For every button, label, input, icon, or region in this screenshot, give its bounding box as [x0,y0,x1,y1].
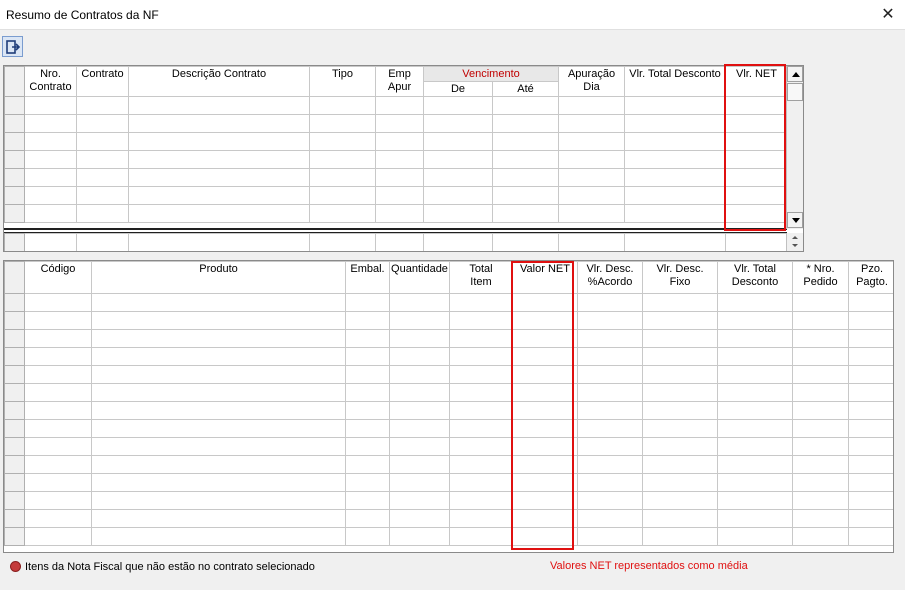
window-title: Resumo de Contratos da NF [6,8,159,22]
header-label: Emp Apur [387,68,412,93]
table-row[interactable] [4,437,893,456]
scroll-up-button[interactable] [787,66,803,82]
col-apuracao-dia[interactable]: Apuração Dia [558,66,626,97]
table-row[interactable] [4,455,893,474]
header-label: Até [517,83,534,95]
table-row[interactable] [4,329,893,348]
contracts-grid[interactable]: Nro. Contrato Contrato Descrição Contrat… [3,65,804,252]
col-vencimento-de[interactable]: De [423,81,493,97]
totals-spin-scrollbar[interactable] [786,233,803,251]
table-row[interactable] [4,293,893,312]
header-label: Vencimento [462,68,520,80]
header-label: Vlr. Desc. %Acordo [586,263,634,288]
header-label: Vlr. Total Desconto [629,68,721,80]
scroll-thumb[interactable] [787,83,803,101]
table-row[interactable] [4,96,789,115]
legend-text: Itens da Nota Fiscal que não estão no co… [25,561,315,573]
header-label: De [450,83,466,95]
table-row[interactable] [4,491,893,510]
table-row[interactable] [4,419,893,438]
exit-icon [6,40,21,54]
table-row[interactable] [4,186,789,205]
arrow-up-icon [792,72,800,77]
col-vlr-desc-fixo[interactable]: Vlr. Desc. Fixo [642,261,718,294]
table-row[interactable] [4,365,893,384]
header-label: Código [40,263,76,275]
col-vencimento-ate[interactable]: Até [491,81,560,97]
col-nro-pedido[interactable]: * Nro. Pedido [792,261,849,294]
header-label: Produto [199,263,238,275]
title-bar: Resumo de Contratos da NF ✕ [0,0,905,30]
header-label: Tipo [332,68,353,80]
col-tipo[interactable]: Tipo [309,66,376,97]
col-embal[interactable]: Embal. [345,261,390,294]
header-label: Total Item [469,263,493,288]
table-row[interactable] [4,383,893,402]
header-label: Vlr. NET [736,68,777,80]
col-descricao-contrato[interactable]: Descrição Contrato [128,66,310,97]
spin-up-icon[interactable] [792,236,798,239]
col-total-item[interactable]: Total Item [449,261,513,294]
header-label: Apuração Dia [567,68,616,93]
header-label: Vlr. Desc. Fixo [656,263,704,288]
table-row[interactable] [4,509,893,528]
header-label: Vlr. Total Desconto [731,263,779,288]
spin-down-icon[interactable] [792,244,798,247]
col-vlr-desc-acordo[interactable]: Vlr. Desc. %Acordo [577,261,643,294]
col-group-vencimento: Vencimento [422,66,560,82]
red-dot-icon [10,561,21,572]
row-indicator-header [4,66,25,97]
col-pzo-pagto[interactable]: Pzo. Pagto. [848,261,893,294]
header-label: Valor NET [520,263,570,275]
header-label: Pzo. Pagto. [856,263,888,288]
scroll-down-button[interactable] [787,212,803,228]
header-label: Nro. Contrato [29,68,72,93]
contracts-table: Nro. Contrato Contrato Descrição Contrat… [4,66,789,223]
table-row[interactable] [4,527,893,546]
row-indicator-header [4,261,25,294]
col-contrato[interactable]: Contrato [76,66,129,97]
contracts-vertical-scrollbar[interactable] [786,66,803,229]
close-icon[interactable]: ✕ [871,0,905,30]
col-vlr-net[interactable]: Vlr. NET [725,66,789,97]
col-vlr-total-desconto[interactable]: Vlr. Total Desconto [624,66,727,97]
col-produto[interactable]: Produto [91,261,346,294]
header-label: Contrato [81,68,124,80]
table-row[interactable] [4,347,893,366]
table-row[interactable] [4,311,893,330]
arrow-down-icon [792,218,800,223]
col-valor-net[interactable]: Valor NET [512,261,578,294]
items-table: Código Produto Embal. Quantidade Total I… [4,261,893,546]
col-vlr-total-desconto[interactable]: Vlr. Total Desconto [717,261,793,294]
table-row[interactable] [4,168,789,187]
col-nro-contrato[interactable]: Nro. Contrato [24,66,77,97]
header-label: Quantidade [391,263,448,275]
header-label: * Nro. Pedido [803,263,838,288]
contracts-totals-row [4,233,788,251]
table-row[interactable] [4,401,893,420]
header-label: Descrição Contrato [171,68,267,80]
exit-button[interactable] [2,36,23,57]
header-label: Embal. [350,263,385,275]
table-row[interactable] [4,150,789,169]
net-average-note: Valores NET representados como média [550,560,748,572]
col-quantidade[interactable]: Quantidade [389,261,450,294]
col-codigo[interactable]: Código [24,261,92,294]
items-grid[interactable]: Código Produto Embal. Quantidade Total I… [3,260,894,553]
col-emp-apur[interactable]: Emp Apur [375,66,424,97]
legend: Itens da Nota Fiscal que não estão no co… [10,561,315,573]
table-row[interactable] [4,132,789,151]
table-row[interactable] [4,114,789,133]
table-row[interactable] [4,473,893,492]
table-row[interactable] [4,204,789,223]
